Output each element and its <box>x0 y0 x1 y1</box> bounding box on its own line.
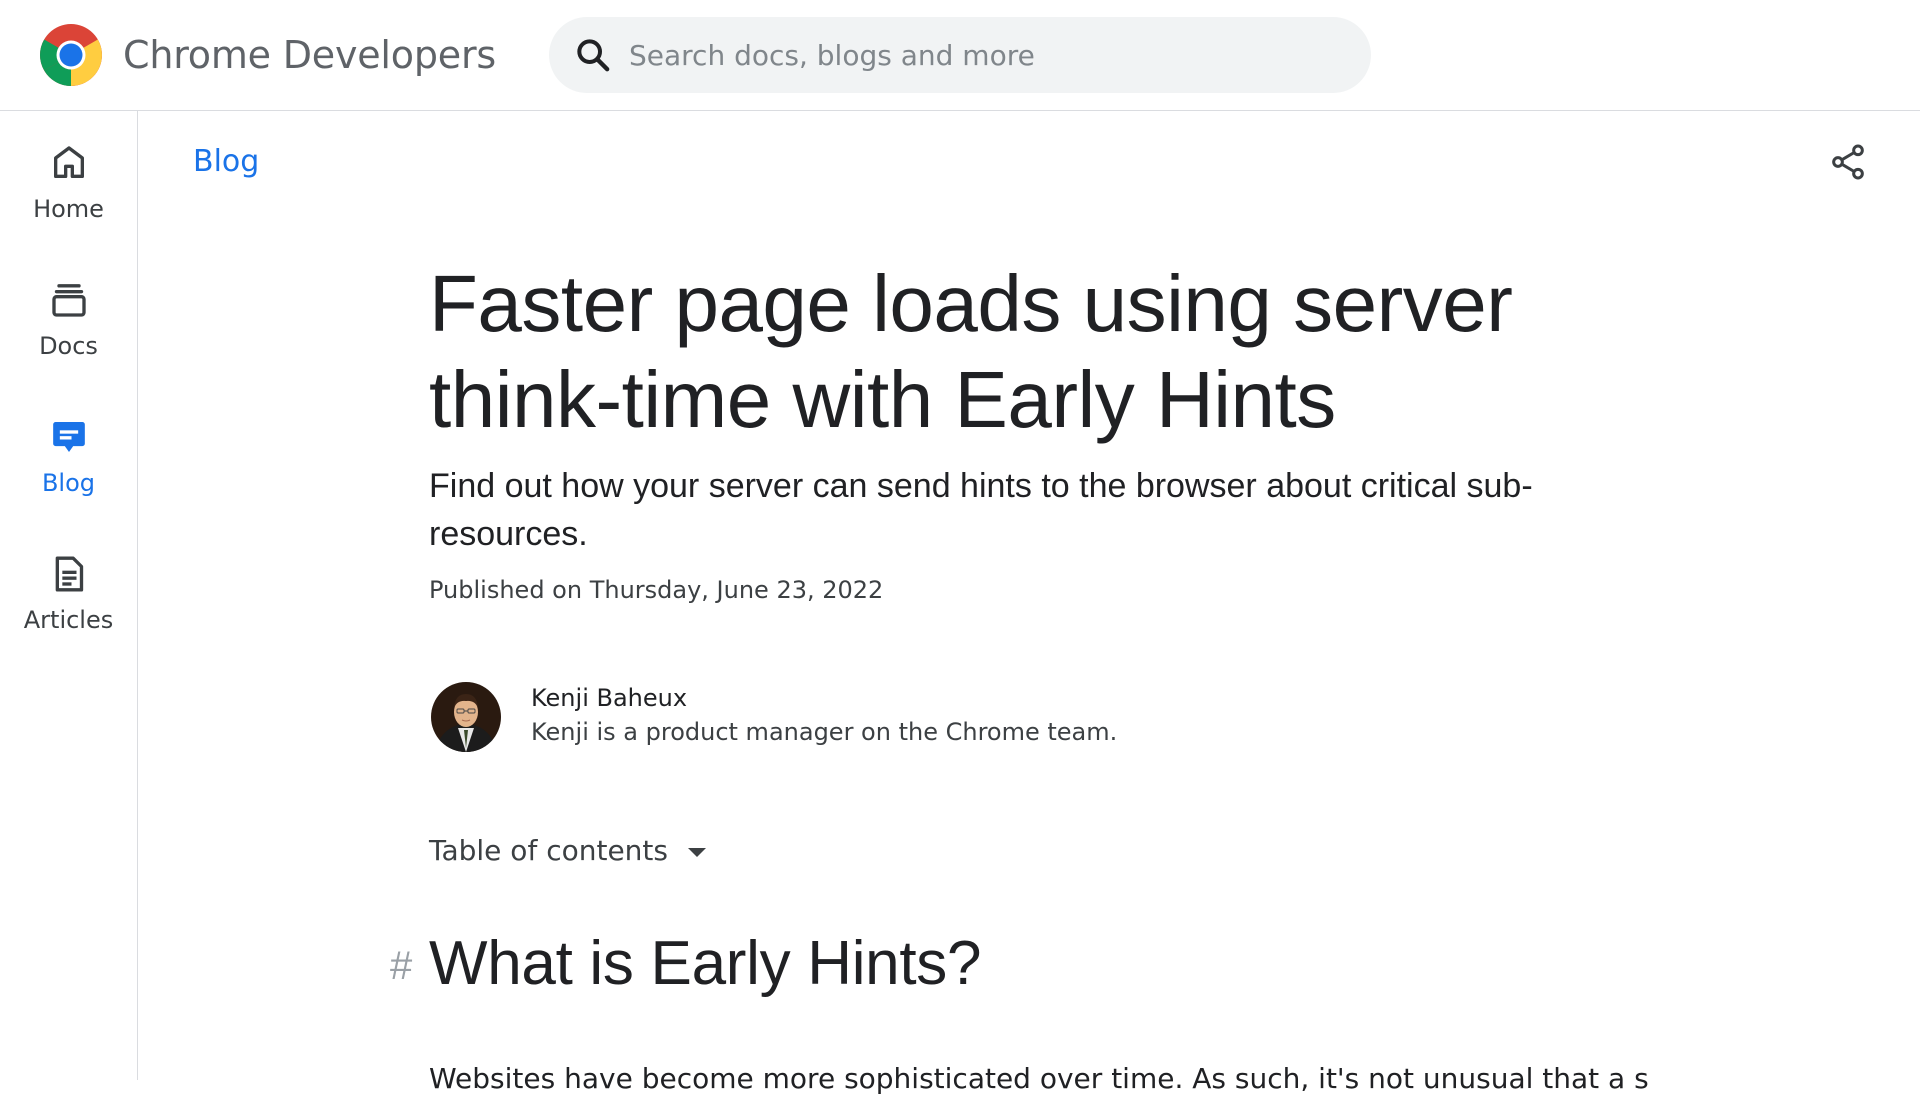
top-app-bar: Chrome Developers <box>0 0 1920 111</box>
author-name[interactable]: Kenji Baheux <box>531 684 687 712</box>
rail-item-home[interactable]: Home <box>0 143 137 263</box>
brand-title[interactable]: Chrome Developers <box>123 33 496 77</box>
search-bar[interactable] <box>549 17 1371 93</box>
rail-item-blog[interactable]: Blog <box>0 417 137 537</box>
search-input[interactable] <box>629 17 1349 93</box>
articles-icon <box>55 556 83 592</box>
rail-item-articles[interactable]: Articles <box>0 554 137 674</box>
blog-icon <box>52 422 85 452</box>
home-icon <box>53 146 84 178</box>
author-bio: Kenji is a product manager on the Chrome… <box>531 718 1118 746</box>
caret-down-icon <box>687 847 706 857</box>
docs-icon <box>51 284 86 317</box>
navigation-rail: Home Docs Blog Articles <box>0 111 138 1080</box>
breadcrumb-blog-link[interactable]: Blog <box>193 144 259 179</box>
article-paragraph: Websites have become more sophisticated … <box>429 1062 1649 1095</box>
rail-item-docs[interactable]: Docs <box>0 280 137 400</box>
published-date: Published on Thursday, June 23, 2022 <box>429 576 884 604</box>
heading-anchor-link[interactable]: # <box>390 944 412 989</box>
section-heading: What is Early Hints? <box>429 929 982 998</box>
rail-item-label: Blog <box>41 469 96 497</box>
rail-item-label: Docs <box>39 332 98 360</box>
article-title: Faster page loads using server think-tim… <box>429 259 1513 444</box>
chrome-logo-icon <box>40 24 102 86</box>
article-subtitle: Find out how your server can send hints … <box>429 467 1533 553</box>
rail-item-label: Home <box>33 195 104 223</box>
rail-item-label: Articles <box>23 606 114 634</box>
search-icon[interactable] <box>573 35 613 75</box>
toc-label: Table of contents <box>429 833 668 867</box>
author-avatar[interactable] <box>431 682 501 752</box>
table-of-contents-toggle[interactable]: Table of contents <box>429 830 706 870</box>
author-portrait-image <box>431 682 501 752</box>
share-icon[interactable] <box>1828 142 1868 182</box>
